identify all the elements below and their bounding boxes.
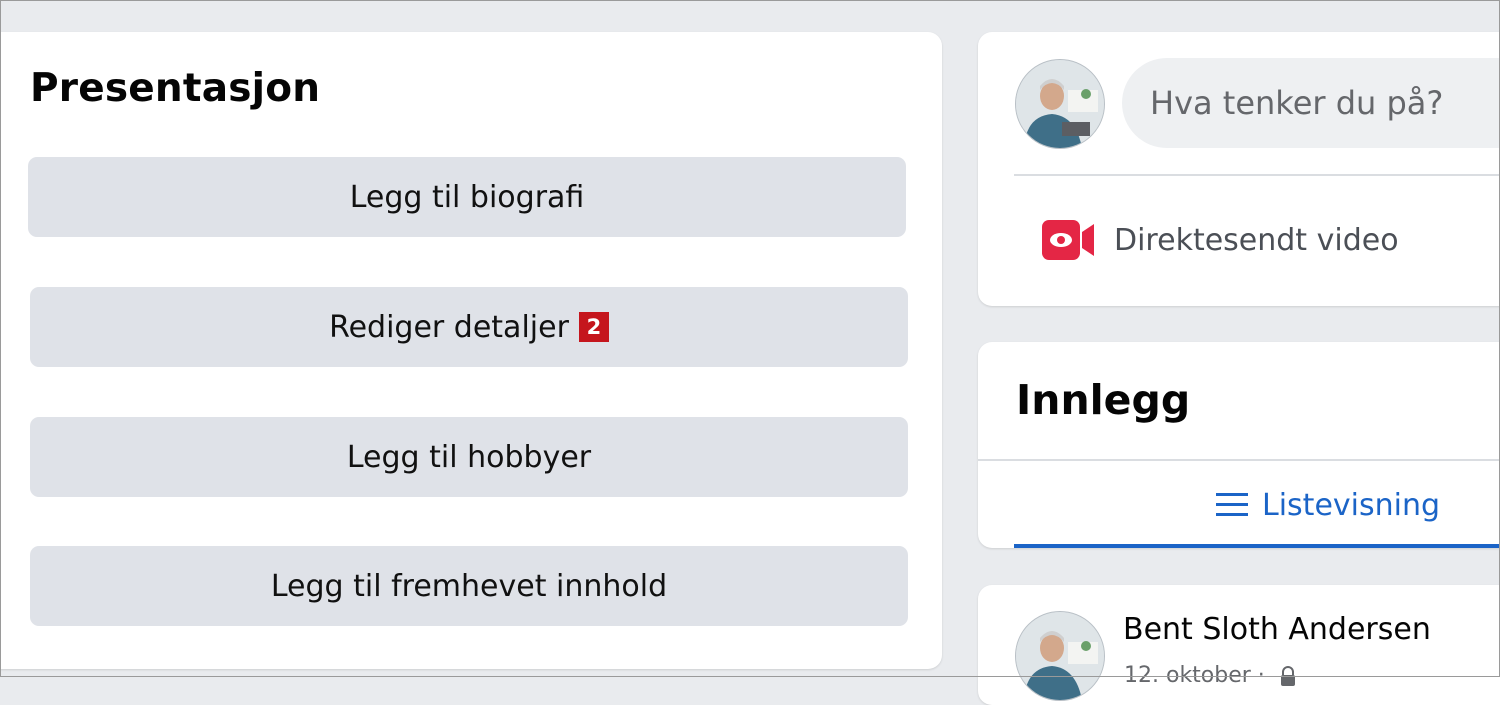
- intro-title: Presentasjon: [30, 66, 321, 111]
- add-featured-button[interactable]: Legg til fremhevet innhold: [30, 546, 908, 626]
- list-lines-icon: [1216, 493, 1248, 516]
- status-composer-input[interactable]: Hva tenker du på?: [1122, 58, 1500, 148]
- posts-title: Innlegg: [1016, 376, 1191, 424]
- live-video-label: Direktesendt video: [1114, 222, 1399, 258]
- post-meta: 12. oktober ·: [1124, 663, 1297, 688]
- lock-icon: [1280, 665, 1295, 686]
- add-hobbies-button[interactable]: Legg til hobbyer: [30, 417, 908, 497]
- profile-photo: [1016, 612, 1104, 700]
- tab-list-view[interactable]: Listevisning: [1214, 480, 1440, 530]
- composer-divider: [1014, 174, 1500, 176]
- profile-photo: [1016, 60, 1104, 148]
- list-view-label: Listevisning: [1262, 487, 1441, 523]
- edit-details-label: Rediger detaljer: [329, 309, 569, 345]
- post-date[interactable]: 12. oktober ·: [1124, 663, 1265, 688]
- avatar[interactable]: [1015, 59, 1105, 149]
- live-video-camera-icon: [1042, 220, 1094, 260]
- add-bio-button[interactable]: Legg til biografi: [28, 157, 906, 237]
- edit-details-button[interactable]: Rediger detaljer 2: [30, 287, 908, 367]
- posts-divider: [978, 459, 1500, 461]
- post-author-avatar[interactable]: [1015, 611, 1105, 701]
- live-video-button[interactable]: Direktesendt video: [1040, 210, 1440, 270]
- add-hobbies-label: Legg til hobbyer: [346, 439, 592, 475]
- edit-details-count-badge: 2: [578, 312, 609, 342]
- composer-placeholder: Hva tenker du på?: [1150, 84, 1444, 122]
- add-bio-label: Legg til biografi: [349, 179, 585, 215]
- active-tab-indicator: [1014, 544, 1500, 548]
- post-author-name[interactable]: Bent Sloth Andersen: [1123, 612, 1431, 647]
- add-featured-label: Legg til fremhevet innhold: [270, 568, 668, 604]
